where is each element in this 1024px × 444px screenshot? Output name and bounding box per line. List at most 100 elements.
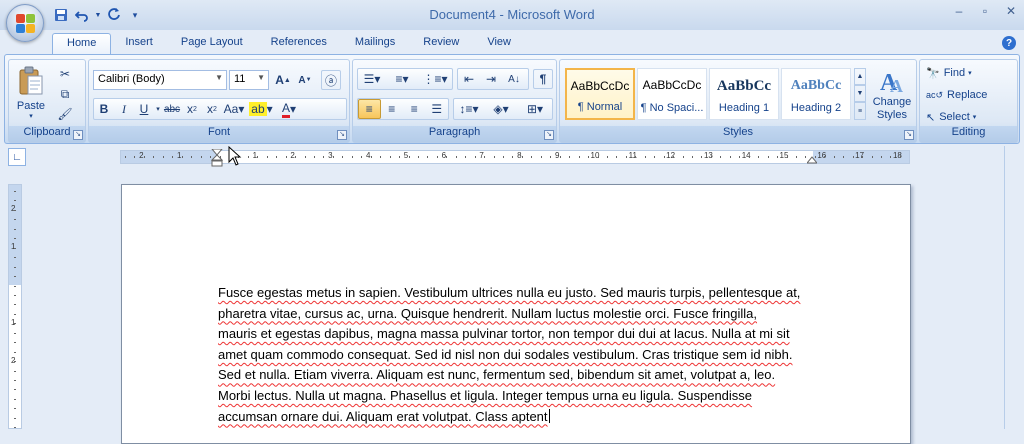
ruler-tick-mark <box>540 156 542 158</box>
document-body[interactable]: Fusce egestas metus in sapien. Vestibulu… <box>218 283 828 427</box>
spacing-row: ↕≡▾ ◈▾ ⊞▾ <box>453 98 553 120</box>
tab-references[interactable]: References <box>257 33 341 55</box>
copy-icon[interactable]: ⧉ <box>55 84 75 104</box>
style-normal[interactable]: AaBbCcDc ¶ Normal <box>565 68 635 120</box>
numbering-icon[interactable]: ≡▾ <box>386 69 418 89</box>
vertical-ruler-tick-label: 1 <box>11 242 16 252</box>
styles-launcher-icon[interactable]: ↘ <box>904 130 914 140</box>
styles-more-icon[interactable]: ≡ <box>854 102 866 120</box>
right-indent-marker-icon[interactable] <box>807 155 817 164</box>
vertical-ruler-tick-mark <box>14 294 16 296</box>
italic-icon[interactable]: I <box>114 99 134 119</box>
cut-icon[interactable]: ✂ <box>55 64 75 84</box>
paragraph-launcher-icon[interactable]: ↘ <box>544 130 554 140</box>
find-button[interactable]: 🔭 Find ▾ <box>926 64 972 82</box>
ruler-tick-mark <box>247 156 249 158</box>
document-line[interactable]: pharetra vitae, cursus ac, urna. Quisque… <box>218 304 828 325</box>
select-button[interactable]: ↖ Select ▾ <box>926 108 976 126</box>
change-case-icon[interactable]: Aa▾ <box>222 99 246 119</box>
subscript-icon[interactable]: x2 <box>182 99 202 119</box>
justify-icon[interactable]: ☰ <box>426 99 448 119</box>
document-line[interactable]: Fusce egestas metus in sapien. Vestibulu… <box>218 283 828 304</box>
vertical-ruler[interactable]: 2 1 1 2 <box>8 184 22 429</box>
align-left-icon[interactable]: ≡ <box>358 99 381 119</box>
clipboard-launcher-icon[interactable]: ↘ <box>73 130 83 140</box>
strikethrough-icon[interactable]: abc <box>162 99 182 119</box>
mouse-pointer-icon <box>228 146 242 166</box>
vertical-ruler-tick-mark <box>14 332 16 334</box>
tab-mailings[interactable]: Mailings <box>341 33 409 55</box>
font-size-select[interactable]: 11 ▼ <box>229 70 269 90</box>
style-heading-2-sample: AaBbCc <box>790 78 842 93</box>
tab-home[interactable]: Home <box>52 33 112 55</box>
bullets-icon[interactable]: ☰▾ <box>358 69 386 89</box>
style-heading-2[interactable]: AaBbCc Heading 2 <box>781 68 851 120</box>
tab-review[interactable]: Review <box>409 33 473 55</box>
decrease-indent-icon[interactable]: ⇤ <box>458 69 480 89</box>
font-launcher-icon[interactable]: ↘ <box>337 130 347 140</box>
tab-view[interactable]: View <box>473 33 525 55</box>
show-formatting-icon[interactable]: ¶ <box>533 69 553 89</box>
select-cursor-icon: ↖ <box>926 111 936 124</box>
document-line[interactable]: mauris et egestas dapibus, magna massa p… <box>218 324 828 345</box>
shrink-font-icon[interactable]: A ▼ <box>295 70 315 90</box>
styles-scroll-up-icon[interactable]: ▲ <box>854 68 866 85</box>
ruler-tick-mark <box>162 156 164 158</box>
increase-indent-icon[interactable]: ⇥ <box>480 69 502 89</box>
tab-insert[interactable]: Insert <box>111 33 167 55</box>
document-line[interactable]: Morbi lectus. Nulla ut magna. Phasellus … <box>218 386 828 407</box>
replace-button[interactable]: ac↺ Replace <box>926 86 987 104</box>
font-family-select[interactable]: Calibri (Body) ▼ <box>93 70 227 90</box>
ruler-tick-mark <box>578 156 580 158</box>
styles-scroll-down-icon[interactable]: ▼ <box>854 85 866 102</box>
style-heading-1-name: Heading 1 <box>718 102 770 114</box>
customize-toolbar-icon[interactable]: ▾ <box>126 6 144 24</box>
restore-icon[interactable]: ▫ <box>978 4 992 18</box>
vertical-ruler-tick-mark <box>14 370 16 372</box>
grow-font-icon[interactable]: A ▲ <box>273 70 293 90</box>
vertical-ruler-tick-mark <box>14 191 16 192</box>
document-line[interactable]: amet quam commodo consequat. Sed id nisl… <box>218 345 828 366</box>
borders-icon[interactable]: ⊞▾ <box>518 99 552 119</box>
help-icon[interactable]: ? <box>1002 36 1016 50</box>
save-icon[interactable] <box>52 6 70 24</box>
undo-dropdown-icon[interactable]: ▼ <box>94 6 102 24</box>
style-heading-1[interactable]: AaBbCc Heading 1 <box>709 68 779 120</box>
minimize-icon[interactable]: – <box>952 4 966 18</box>
multilevel-list-icon[interactable]: ⋮≡▾ <box>418 69 452 89</box>
style-normal-name: ¶ Normal <box>577 101 623 113</box>
office-button[interactable] <box>6 4 44 42</box>
format-painter-icon[interactable]: 🖌 <box>55 104 75 124</box>
vertical-ruler-tick-mark <box>14 361 16 363</box>
ruler-tick-mark <box>701 156 703 158</box>
redo-icon[interactable] <box>105 6 123 24</box>
underline-icon[interactable]: U <box>134 99 154 119</box>
style-no-spacing[interactable]: AaBbCcDc ¶ No Spaci... <box>637 68 707 120</box>
tab-page-layout[interactable]: Page Layout <box>167 33 257 55</box>
line-spacing-icon[interactable]: ↕≡▾ <box>454 99 484 119</box>
superscript-icon[interactable]: x2 <box>202 99 222 119</box>
vertical-scrollbar[interactable] <box>1004 146 1024 429</box>
highlight-icon[interactable]: ab ▾ <box>246 99 276 119</box>
paste-button[interactable]: Paste ▾ <box>13 62 49 124</box>
change-styles-button[interactable]: A A Change Styles <box>868 64 916 126</box>
shading-icon[interactable]: ◈▾ <box>484 99 518 119</box>
align-center-icon[interactable]: ≡ <box>381 99 403 119</box>
undo-icon[interactable] <box>73 6 91 24</box>
underline-dropdown-icon[interactable]: ▾ <box>154 99 162 119</box>
ruler-tick-mark <box>833 156 835 158</box>
align-right-icon[interactable]: ≡ <box>403 99 425 119</box>
sort-icon[interactable]: A↓ <box>502 69 526 89</box>
ruler-tick-mark <box>191 156 193 158</box>
chevron-down-icon: ▼ <box>257 73 265 82</box>
document-line[interactable]: Sed et nulla. Etiam viverra. Aliquam est… <box>218 365 828 386</box>
font-color-icon[interactable]: A ▾ <box>276 99 302 119</box>
document-line[interactable]: accumsan ornare dui. Aliquam erat volutp… <box>218 407 828 428</box>
bold-icon[interactable]: B <box>94 99 114 119</box>
clear-formatting-icon[interactable]: ⓐ <box>321 70 341 90</box>
indent-marker-icon[interactable] <box>211 149 223 167</box>
tab-selector-icon[interactable]: ∟ <box>8 148 26 166</box>
office-logo-icon <box>16 14 36 34</box>
close-icon[interactable]: ✕ <box>1004 4 1018 18</box>
document-page[interactable]: Fusce egestas metus in sapien. Vestibulu… <box>121 184 911 444</box>
